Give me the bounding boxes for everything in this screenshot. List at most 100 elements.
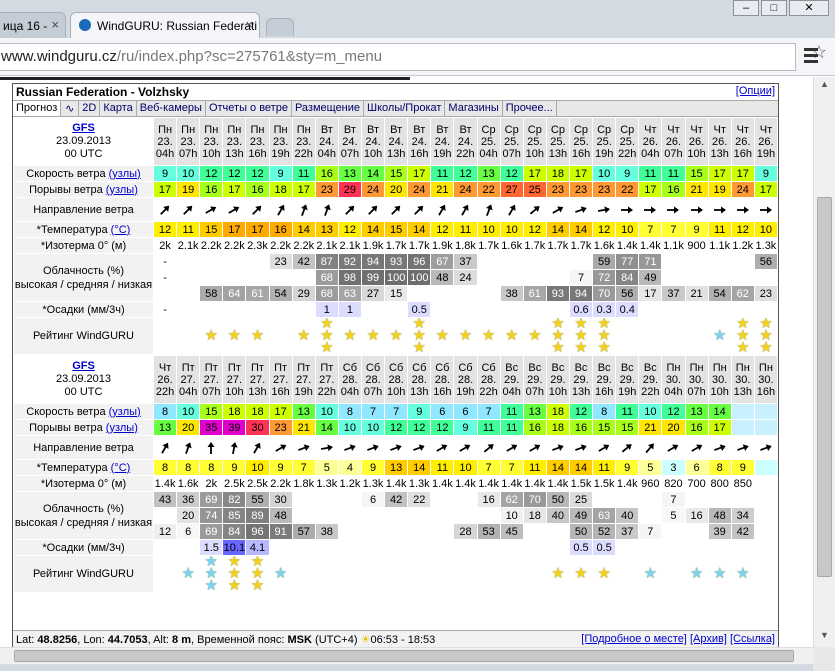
rating-cell <box>337 555 362 593</box>
details-link[interactable]: [Подробное о месте] <box>581 633 687 645</box>
isotherm-cell: 1.4k <box>615 475 640 492</box>
gust-unit-link[interactable]: (узлы) <box>106 184 138 196</box>
browser-tab-windguru[interactable]: WindGURU: Russian Federati × <box>70 12 260 38</box>
link-link[interactable]: [Ссылка] <box>730 633 775 645</box>
wind-speed-cell: 9 <box>268 165 293 182</box>
minimize-icon[interactable]: – <box>733 0 759 16</box>
wind-speed-cell: 15 <box>684 165 709 182</box>
wind-direction-arrow-icon <box>545 435 570 460</box>
address-bar[interactable]: www.windguru.cz/ru/index.php?sc=275761&s… <box>0 43 796 71</box>
time-header: Вс 29. 13h <box>568 355 594 404</box>
scroll-thumb[interactable] <box>14 650 794 662</box>
browser-menu-icon[interactable] <box>804 45 818 66</box>
isotherm-cell: 800 <box>707 475 732 492</box>
temperature-cell: 14 <box>568 459 594 476</box>
temperature-cell: 12 <box>522 221 547 238</box>
rating-cell: ★ <box>707 317 732 355</box>
wind-gust-cell: 21 <box>291 419 316 436</box>
menu-item[interactable]: 2D <box>79 101 101 116</box>
cloud-cell <box>245 269 270 286</box>
cloud-cell <box>453 491 478 508</box>
cloud-cell: 7 <box>661 491 686 508</box>
cloud-cell: 10 <box>499 507 524 524</box>
wind-gust-cell: 11 <box>499 419 524 436</box>
wind-speed-cell: 10 <box>314 403 339 420</box>
archive-link[interactable]: [Архив] <box>690 633 727 645</box>
cloud-cell <box>753 491 778 508</box>
scroll-down-icon[interactable]: ▼ <box>817 630 832 645</box>
gust-unit-link[interactable]: (узлы) <box>106 422 138 434</box>
menu-item[interactable]: Отчеты о ветре <box>206 101 292 116</box>
menu-item[interactable]: Веб-камеры <box>137 101 206 116</box>
temperature-cell: 8 <box>152 459 178 476</box>
new-tab-button[interactable] <box>266 18 294 36</box>
scroll-thumb[interactable] <box>817 197 832 577</box>
temperature-cell: 7 <box>499 459 524 476</box>
temperature-cell: 9 <box>615 459 640 476</box>
vertical-scrollbar[interactable]: ▲ ▼ <box>813 77 835 647</box>
cloud-cell <box>314 507 339 524</box>
options-link[interactable]: [Опции] <box>736 85 775 99</box>
rating-star-icon: ★ <box>551 339 565 355</box>
rating-cell: ★ ★ ★ <box>314 317 339 355</box>
cloud-cell <box>430 285 455 302</box>
scroll-up-icon[interactable]: ▲ <box>817 79 832 94</box>
wind-direction-arrow-icon <box>592 435 617 460</box>
menu-item[interactable]: Школы/Прокат <box>364 101 446 116</box>
close-window-icon[interactable]: ✕ <box>789 0 829 16</box>
wind-speed-cell: 7 <box>476 403 501 420</box>
cloud-cell <box>384 523 409 540</box>
precipitation-cell <box>337 539 362 556</box>
menu-item[interactable]: Прочее... <box>503 101 557 116</box>
menu-item[interactable]: Прогноз <box>13 101 62 116</box>
close-icon[interactable]: × <box>51 17 59 32</box>
forecast-table: GFS 23.09.2013 00 UTC Пн 23. 04h Пн 23. 07h Пн 23.… <box>13 117 778 355</box>
wave-icon[interactable]: ∿ <box>61 101 80 116</box>
wind-speed-cell: 11 <box>499 403 524 420</box>
isotherm-cell: 1.9k <box>360 237 386 254</box>
precipitation-cell <box>291 301 316 318</box>
maximize-icon[interactable]: □ <box>761 0 787 16</box>
horizontal-scrollbar[interactable] <box>0 647 813 664</box>
cloud-cell: 61 <box>245 285 270 302</box>
wind-unit-link[interactable]: (узлы) <box>109 406 141 418</box>
browser-tab-1[interactable]: ица 16 - × <box>0 12 66 38</box>
precipitation-cell <box>499 539 524 556</box>
model-link[interactable]: GFS <box>72 360 95 372</box>
wind-speed-cell: 8 <box>337 403 362 420</box>
wind-gust-cell: 30 <box>245 419 270 436</box>
wind-speed-cell <box>753 403 778 420</box>
sun-icon: ☀ <box>360 634 371 646</box>
model-link[interactable]: GFS <box>72 122 95 134</box>
menu-item[interactable]: Размещение <box>292 101 365 116</box>
temp-unit-link[interactable]: (°C) <box>111 462 131 474</box>
cloud-cell <box>661 253 686 270</box>
cloud-cell: 45 <box>499 523 524 540</box>
menu-item[interactable]: Магазины <box>445 101 503 116</box>
menu-item[interactable]: Карта <box>100 101 137 116</box>
isotherm-label: *Изотерма 0° (м) <box>13 237 154 254</box>
temp-unit-link[interactable]: (°C) <box>111 224 131 236</box>
close-icon[interactable]: × <box>245 17 253 32</box>
wind-speed-cell: 18 <box>222 403 247 420</box>
wind-gust-cell: 15 <box>592 419 617 436</box>
wind-unit-link[interactable]: (узлы) <box>109 168 141 180</box>
wind-gust-cell: 20 <box>176 419 201 436</box>
cloud-cell: 40 <box>615 507 640 524</box>
cloud-cell: 29 <box>291 285 316 302</box>
rating-cell: ★ <box>476 317 501 355</box>
wind-direction-arrow-icon <box>730 197 755 222</box>
precipitation-cell <box>176 301 201 318</box>
cloud-cell <box>407 523 432 540</box>
wind-speed-cell: 10 <box>176 165 201 182</box>
wind-gust-cell: 10 <box>337 419 362 436</box>
cloud-cell: 64 <box>222 285 247 302</box>
wind-speed-cell: 17 <box>730 165 755 182</box>
isotherm-cell: 1.3k <box>314 475 339 492</box>
temperature-cell: 12 <box>337 221 362 238</box>
rating-cell: ★ <box>360 317 386 355</box>
cloud-cell: 48 <box>707 507 732 524</box>
forecast-frame: Russian Federation - Volzhsky [Опции] Пр… <box>12 83 779 647</box>
time-header: Сб 28. 10h <box>384 355 409 404</box>
rating-star-icon: ★ <box>736 339 750 355</box>
